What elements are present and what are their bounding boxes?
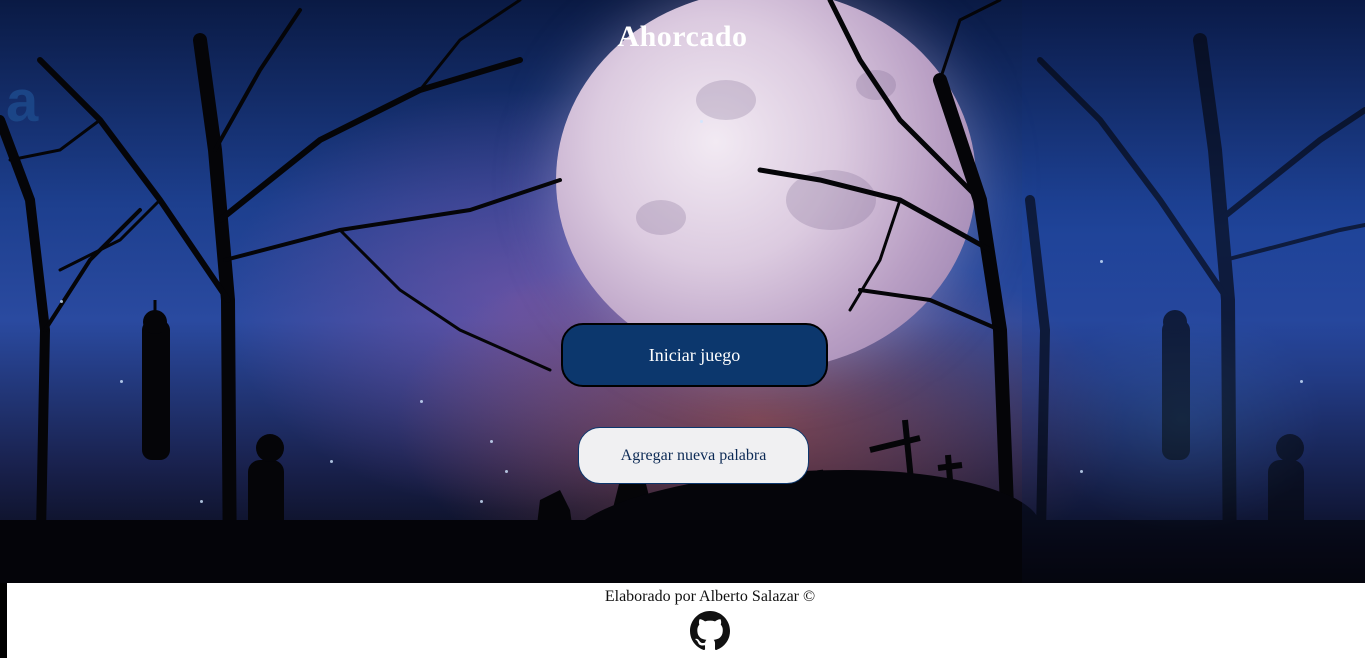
add-word-button[interactable]: Agregar nueva palabra [578,427,809,484]
footer-credit: Elaborado por Alberto Salazar © [604,588,816,605]
watermark-logo: a [6,69,39,134]
page-title: Ahorcado [617,20,748,53]
background-scene [0,0,1365,583]
footer: Elaborado por Alberto Salazar © [7,583,1365,658]
footer-edge [0,583,7,658]
background-repeat [1022,0,1365,583]
github-icon[interactable] [690,611,730,651]
start-game-button[interactable]: Iniciar juego [561,323,828,387]
